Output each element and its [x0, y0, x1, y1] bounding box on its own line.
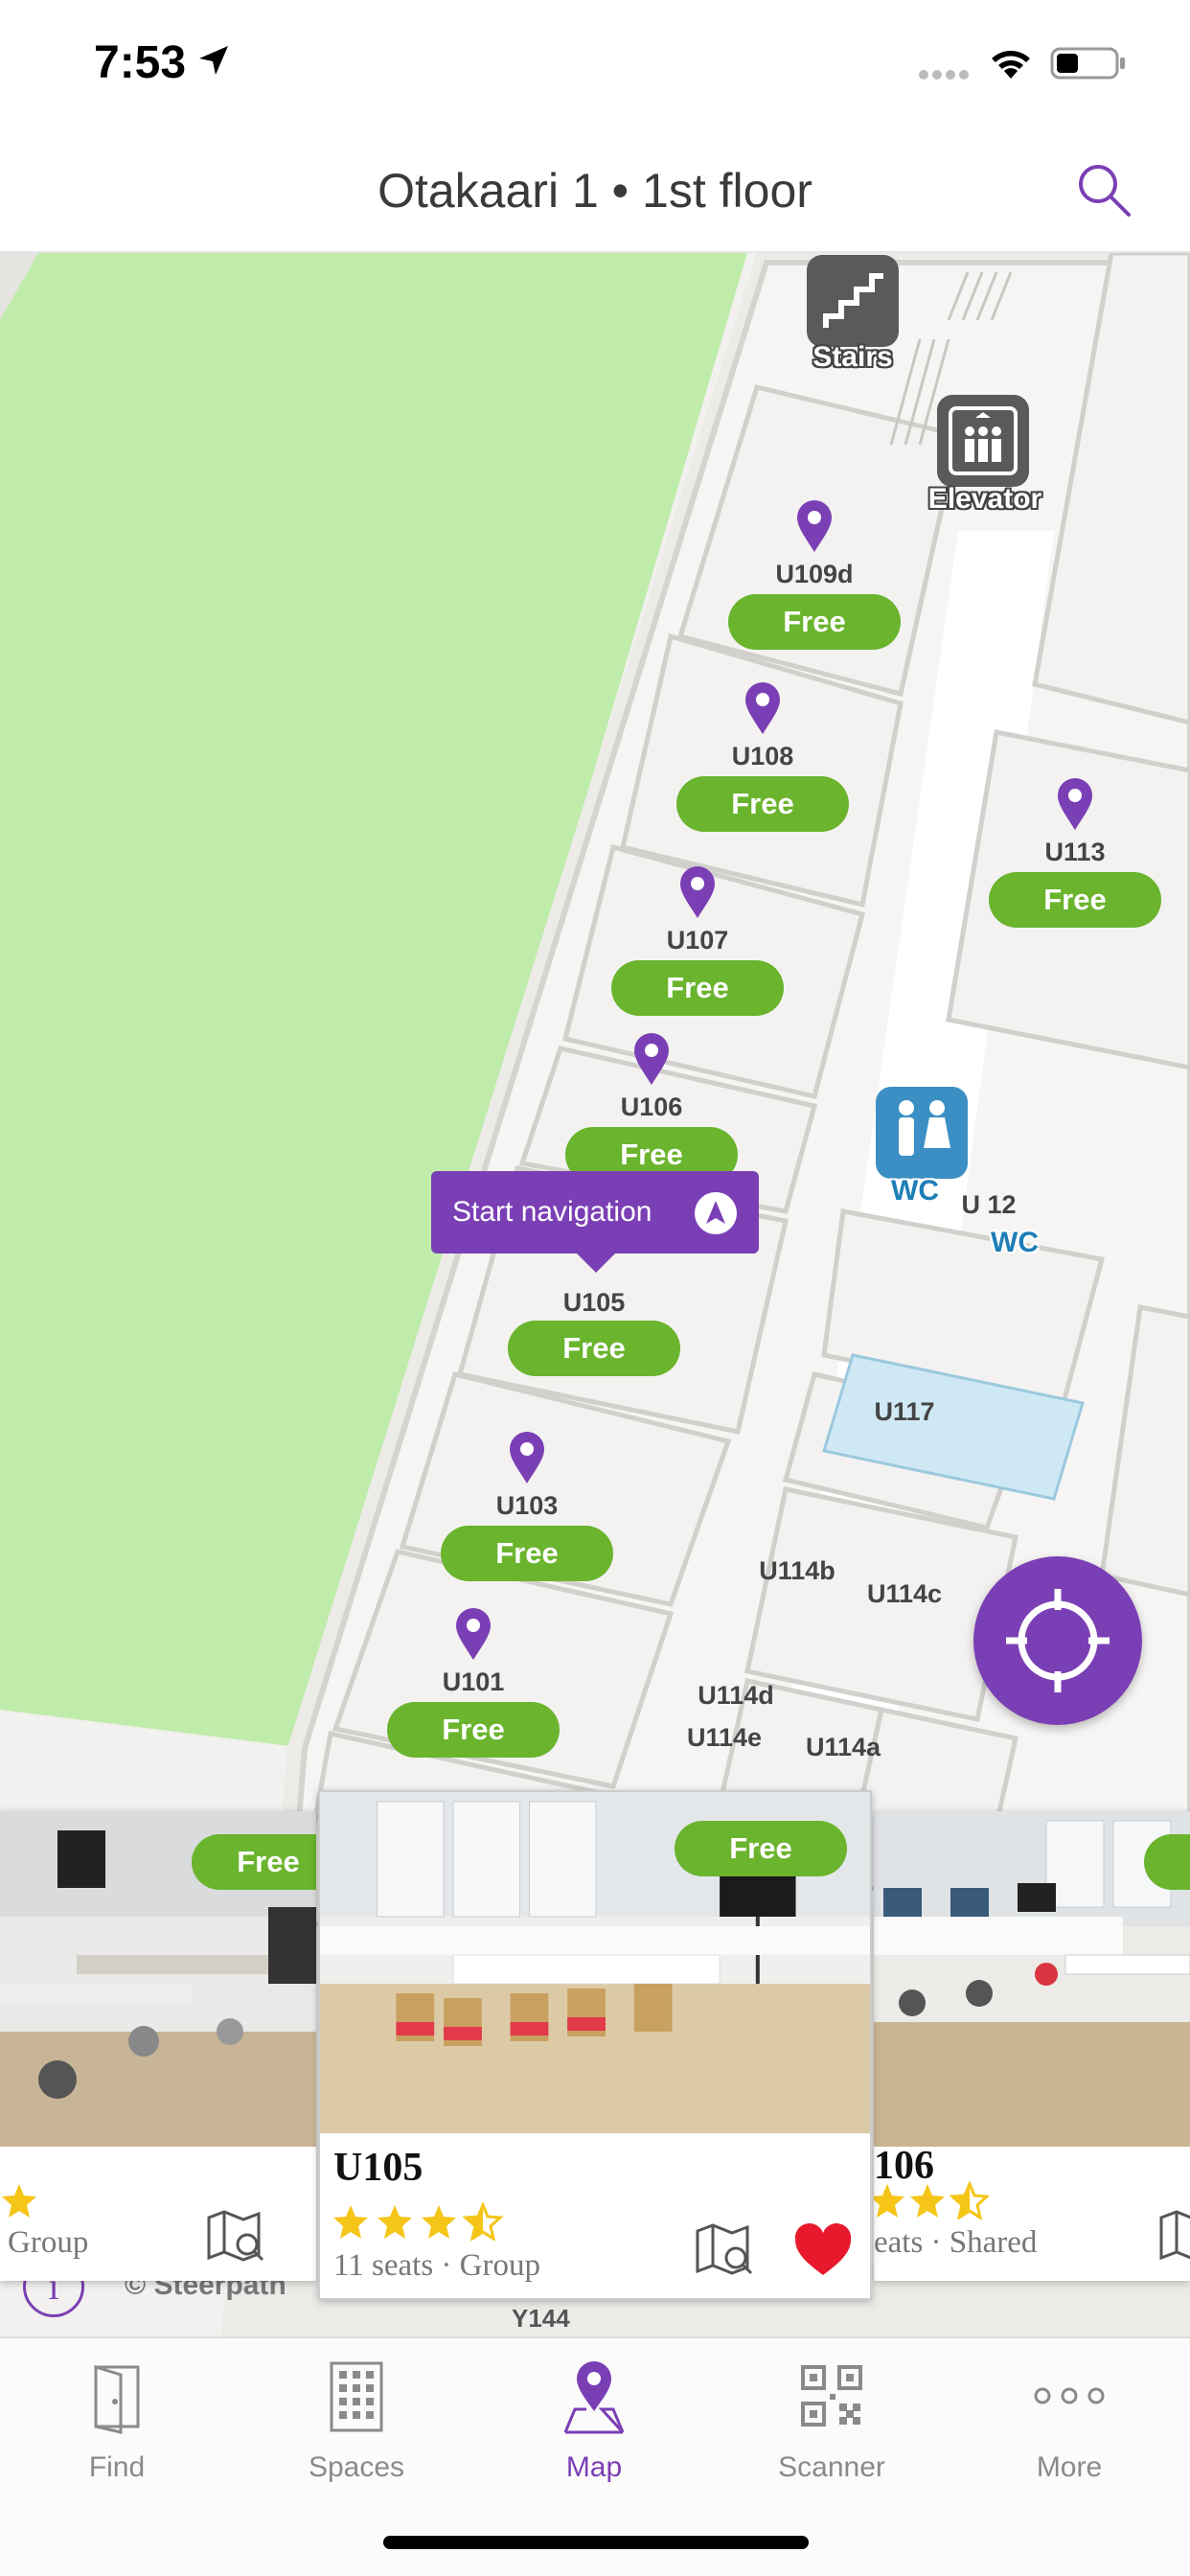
top-header: Otakaari 1 • 1st floor — [0, 126, 1190, 253]
room-label-u114e: U114e — [686, 1723, 763, 1752]
home-indicator[interactable] — [383, 2536, 809, 2549]
room-label: U106 — [620, 1092, 683, 1121]
space-photo — [874, 1811, 1190, 2147]
more-dots-icon — [1034, 2387, 1105, 2404]
wifi-icon — [992, 51, 1030, 79]
room-label-u117: U117 — [874, 1397, 935, 1426]
wc-icon[interactable] — [876, 1087, 968, 1179]
show-on-map-icon[interactable] — [205, 2206, 264, 2266]
tab-map[interactable]: Map — [498, 2356, 690, 2484]
tab-label: Find — [88, 2451, 146, 2483]
battery-icon — [1050, 47, 1125, 80]
room-status-pill[interactable]: Free — [611, 960, 784, 1016]
space-status-pill: Free — [675, 1821, 847, 1876]
map-pin-icon[interactable] — [508, 1430, 546, 1485]
tab-label: Spaces — [308, 2451, 405, 2483]
tab-find[interactable]: Find — [21, 2356, 213, 2484]
elevator-icon[interactable] — [937, 395, 1029, 487]
room-status-pill[interactable]: Free — [989, 872, 1161, 928]
tab-label: Scanner — [778, 2451, 885, 2483]
room-status-pill[interactable]: Free — [676, 776, 849, 832]
stairs-icon[interactable] — [807, 255, 899, 347]
building-icon — [330, 2361, 383, 2432]
room-status-pill[interactable]: Free — [728, 594, 901, 650]
rating-stars — [2, 2184, 36, 2218]
qr-code-icon — [801, 2365, 862, 2426]
map-pin-icon[interactable] — [632, 1031, 671, 1087]
wc-label-1: WC — [891, 1175, 939, 1207]
space-details: eats · Shared — [874, 2225, 1038, 2260]
tooltip-tail — [575, 1252, 617, 1273]
start-navigation-label: Start navigation — [452, 1196, 652, 1228]
locate-me-button[interactable] — [973, 1556, 1142, 1725]
tab-scanner[interactable]: Scanner — [736, 2356, 927, 2484]
location-arrow-icon — [199, 46, 228, 75]
start-navigation-tooltip[interactable]: Start navigation — [431, 1171, 759, 1273]
building-floor-title[interactable]: Otakaari 1 • 1st floor — [0, 163, 1190, 218]
room-status-pill[interactable]: Free — [387, 1702, 560, 1758]
room-label: U108 — [731, 742, 794, 770]
room-label: U103 — [495, 1491, 559, 1520]
room-label-y144: Y144 — [512, 2304, 570, 2333]
room-label-u114b: U114b — [759, 1556, 835, 1585]
map-pin-icon[interactable] — [678, 864, 717, 920]
status-time: 7:53 — [94, 37, 187, 88]
cellular-signal-icon — [919, 70, 969, 80]
space-details: Group — [8, 2225, 89, 2260]
map-pin-icon[interactable] — [1056, 776, 1094, 832]
show-on-map-icon[interactable] — [1157, 2206, 1190, 2266]
space-details: 11 seats · Group — [333, 2248, 540, 2283]
tab-spaces[interactable]: Spaces — [261, 2356, 452, 2484]
crosshair-icon — [1006, 1589, 1110, 1692]
tab-more[interactable]: More — [973, 2356, 1165, 2484]
room-label-u114c: U114c — [866, 1579, 943, 1608]
room-status-pill[interactable]: Free — [508, 1321, 680, 1376]
room-status-pill[interactable]: Free — [441, 1526, 613, 1581]
room-label: U101 — [442, 1668, 505, 1696]
space-status-pill: Free — [192, 1834, 316, 1890]
tab-label: More — [1036, 2451, 1103, 2483]
tab-label: Map — [565, 2451, 623, 2483]
wc-label-2: WC — [991, 1227, 1039, 1258]
room-label-u114d: U114d — [698, 1681, 774, 1710]
navigation-arrow-icon — [695, 1192, 737, 1234]
door-icon — [94, 2364, 140, 2434]
room-label: U105 — [562, 1288, 626, 1317]
stairs-label: Stairs — [812, 341, 893, 373]
favorite-heart-icon[interactable] — [793, 2223, 853, 2277]
space-card-u105[interactable]: Free U105 11 seats · Group — [318, 1790, 872, 2300]
room-label-u114a: U114a — [805, 1733, 881, 1761]
room-label: U109d — [775, 560, 854, 588]
rating-stars — [333, 2202, 504, 2241]
map-pin-icon — [563, 2361, 625, 2434]
rating-stars — [874, 2181, 989, 2220]
map-pin-icon[interactable] — [454, 1606, 492, 1662]
search-icon[interactable] — [1073, 159, 1134, 220]
elevator-label: Elevator — [927, 483, 1042, 515]
room-label-u112: U 12 — [961, 1190, 1017, 1219]
room-label: U113 — [1044, 838, 1106, 866]
map-pin-icon[interactable] — [744, 680, 782, 736]
space-card-next[interactable]: 106 eats · Shared — [874, 1811, 1190, 2281]
map-pin-icon[interactable] — [795, 498, 834, 554]
space-card-previous[interactable]: Free Group — [0, 1811, 316, 2281]
room-label: U107 — [666, 926, 729, 954]
space-title: U105 — [333, 2146, 423, 2190]
show-on-map-icon[interactable] — [694, 2220, 753, 2279]
status-bar: 7:53 — [0, 0, 1190, 126]
